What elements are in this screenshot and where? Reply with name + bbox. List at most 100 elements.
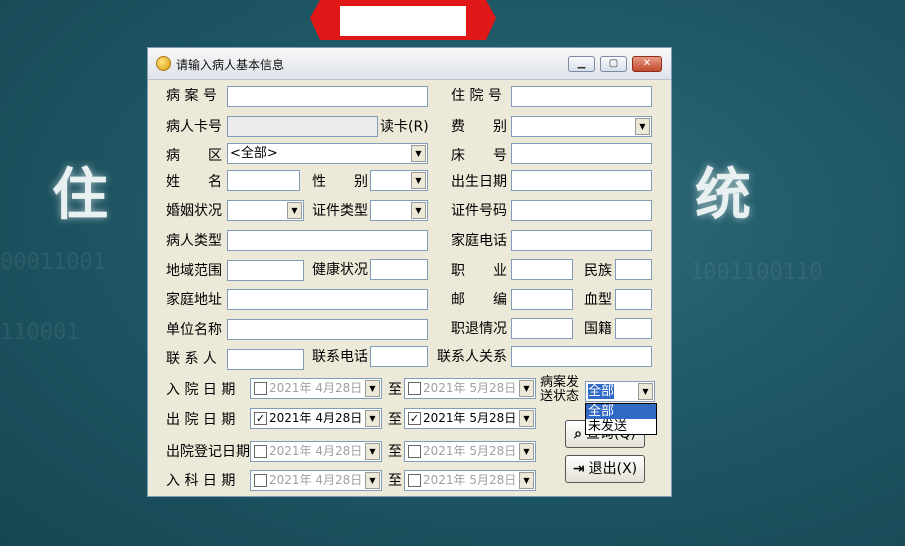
health-input[interactable] <box>370 259 428 280</box>
dept-to-checkbox[interactable] <box>408 474 421 487</box>
patient-type-label: 病人类型 <box>166 233 222 249</box>
chevron-down-icon[interactable]: ▼ <box>411 202 426 219</box>
contact-phone-input[interactable] <box>370 346 428 367</box>
name-input[interactable] <box>227 170 300 191</box>
ethnic-input[interactable] <box>615 259 652 280</box>
nationality-label: 国籍 <box>584 321 612 337</box>
marital-select[interactable]: ▼ <box>227 200 304 221</box>
region-label: 地域范围 <box>166 263 222 279</box>
reg-to-date[interactable]: 2021年 5月28日 ▼ <box>404 441 536 462</box>
hosp-no-label: 住 院 号 <box>451 88 502 104</box>
chevron-down-icon[interactable]: ▼ <box>411 172 426 189</box>
to-label: 至 <box>388 473 402 489</box>
address-label: 家庭地址 <box>166 292 222 308</box>
name-label: 姓 名 <box>166 174 222 190</box>
birth-input[interactable] <box>511 170 652 191</box>
maximize-icon[interactable]: ▢ <box>600 56 627 72</box>
ward-select[interactable]: <全部> ▼ <box>227 143 428 164</box>
chevron-down-icon[interactable]: ▼ <box>365 443 380 460</box>
retire-label: 职退情况 <box>451 321 507 337</box>
send-status-label: 病案发 送状态 <box>540 375 580 404</box>
patient-info-dialog: 请输入病人基本信息 ▁ ▢ ✕ 病 案 号 住 院 号 病人卡号 读卡(R) 费… <box>147 47 672 497</box>
marital-label: 婚姻状况 <box>166 203 222 219</box>
dept-date-checkbox[interactable] <box>254 474 267 487</box>
discharge-to-date[interactable]: ✓ 2021年 5月28日 ▼ <box>404 408 536 429</box>
blood-label: 血型 <box>584 292 612 308</box>
chevron-down-icon[interactable]: ▼ <box>365 472 380 489</box>
postcode-input[interactable] <box>511 289 573 310</box>
reg-from-date[interactable]: 2021年 4月28日 ▼ <box>250 441 382 462</box>
dept-to-date[interactable]: 2021年 5月28日 ▼ <box>404 470 536 491</box>
chevron-down-icon[interactable]: ▼ <box>519 380 534 397</box>
home-phone-input[interactable] <box>511 230 652 251</box>
chevron-down-icon[interactable]: ▼ <box>638 383 653 400</box>
region-input[interactable] <box>227 260 304 281</box>
id-type-select[interactable]: ▼ <box>370 200 428 221</box>
contact-rel-label: 联系人关系 <box>437 349 507 365</box>
nationality-input[interactable] <box>615 318 652 339</box>
send-status-dropdown-list: 全部 未发送 <box>585 403 657 435</box>
app-icon <box>156 56 171 71</box>
admit-to-date[interactable]: 2021年 5月28日 ▼ <box>404 378 536 399</box>
company-label: 单位名称 <box>166 322 222 338</box>
discharge-to-checkbox[interactable]: ✓ <box>408 412 421 425</box>
dept-from-date[interactable]: 2021年 4月28日 ▼ <box>250 470 382 491</box>
chevron-down-icon[interactable]: ▼ <box>519 410 534 427</box>
discharge-date-checkbox[interactable]: ✓ <box>254 412 267 425</box>
ward-value: <全部> <box>230 146 278 161</box>
chevron-down-icon[interactable]: ▼ <box>519 472 534 489</box>
admit-from-date[interactable]: 2021年 4月28日 ▼ <box>250 378 382 399</box>
contact-input[interactable] <box>227 349 304 370</box>
exit-button[interactable]: ⇥ 退出(X) <box>565 455 645 483</box>
reg-date-checkbox[interactable] <box>254 445 267 458</box>
chevron-down-icon[interactable]: ▼ <box>411 145 426 162</box>
job-label: 职 业 <box>451 263 507 279</box>
background-title-right: 统 <box>695 162 751 228</box>
chevron-down-icon[interactable]: ▼ <box>635 118 650 135</box>
id-no-input[interactable] <box>511 200 652 221</box>
job-input[interactable] <box>511 259 573 280</box>
case-no-input[interactable] <box>227 86 428 107</box>
blood-input[interactable] <box>615 289 652 310</box>
card-no-input[interactable] <box>227 116 378 137</box>
to-label: 至 <box>388 412 402 428</box>
chevron-down-icon[interactable]: ▼ <box>365 380 380 397</box>
patient-type-input[interactable] <box>227 230 428 251</box>
reg-to-checkbox[interactable] <box>408 445 421 458</box>
chevron-down-icon[interactable]: ▼ <box>365 410 380 427</box>
background-title-left: 住 <box>52 162 108 228</box>
chevron-down-icon[interactable]: ▼ <box>287 202 302 219</box>
case-no-label: 病 案 号 <box>166 88 217 104</box>
dept-date-label: 入 科 日 期 <box>166 473 236 489</box>
contact-rel-input[interactable] <box>511 346 652 367</box>
window-title: 请输入病人基本信息 <box>176 58 285 72</box>
binoculars-icon: ⌕ <box>574 426 582 442</box>
read-card-button[interactable]: 读卡(R) <box>380 117 429 137</box>
ethnic-label: 民族 <box>584 263 612 279</box>
minimize-icon[interactable]: ▁ <box>568 56 595 72</box>
fee-type-label: 费 别 <box>451 119 507 135</box>
exit-door-icon: ⇥ <box>572 461 585 477</box>
discharge-date-label: 出 院 日 期 <box>166 412 236 428</box>
fee-type-select[interactable]: ▼ <box>511 116 652 137</box>
admit-date-checkbox[interactable] <box>254 382 267 395</box>
id-no-label: 证件号码 <box>451 203 507 219</box>
bed-no-input[interactable] <box>511 143 652 164</box>
retire-input[interactable] <box>511 318 573 339</box>
red-cross-logo <box>310 0 496 40</box>
hosp-no-input[interactable] <box>511 86 652 107</box>
id-type-label: 证件类型 <box>312 203 368 219</box>
ward-label: 病 区 <box>166 148 222 164</box>
close-icon[interactable]: ✕ <box>632 56 662 72</box>
gender-select[interactable]: ▼ <box>370 170 428 191</box>
dropdown-option[interactable]: 全部 <box>586 404 656 419</box>
chevron-down-icon[interactable]: ▼ <box>519 443 534 460</box>
title-bar: 请输入病人基本信息 ▁ ▢ ✕ <box>148 48 671 80</box>
discharge-from-date[interactable]: ✓ 2021年 4月28日 ▼ <box>250 408 382 429</box>
address-input[interactable] <box>227 289 428 310</box>
admit-to-checkbox[interactable] <box>408 382 421 395</box>
company-input[interactable] <box>227 319 428 340</box>
contact-phone-label: 联系电话 <box>312 349 368 365</box>
send-status-select[interactable]: 全部 ▼ <box>585 381 655 402</box>
dropdown-option[interactable]: 未发送 <box>586 419 656 434</box>
